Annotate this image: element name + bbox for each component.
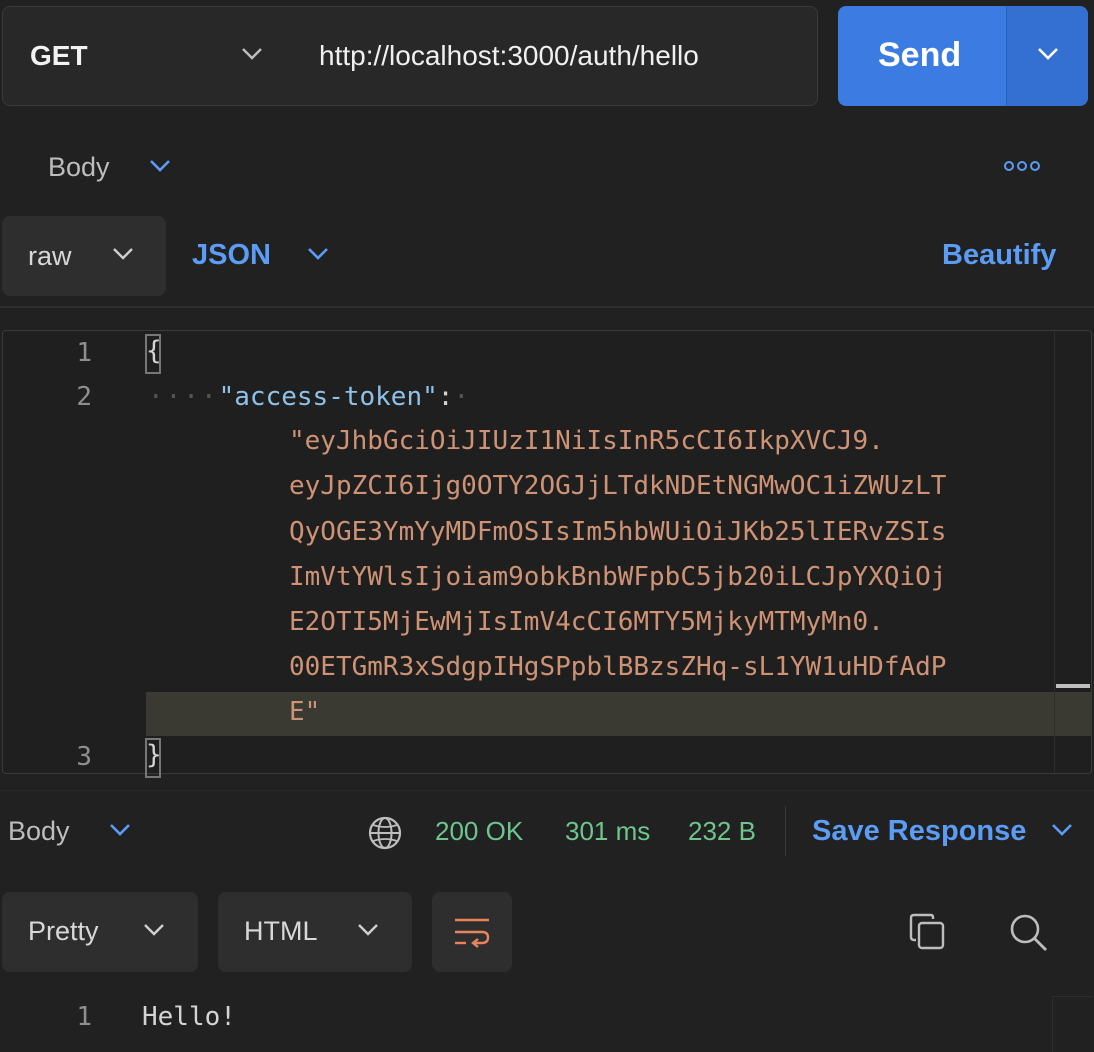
chevron-down-icon[interactable]	[1050, 822, 1074, 838]
json-value-line: QyOGE3YmYyMDFmOSIsIm5hbWUiOiJKb25lIERvZS…	[289, 517, 947, 547]
line-number: 3	[76, 742, 92, 772]
divider	[0, 306, 1094, 308]
chevron-down-icon[interactable]	[142, 922, 166, 938]
response-body-tab[interactable]: Body	[8, 816, 70, 847]
chevron-down-icon[interactable]	[1036, 46, 1060, 62]
request-body-tab[interactable]: Body	[48, 152, 110, 183]
json-key: "access-token"	[218, 382, 438, 412]
json-colon: :	[437, 382, 454, 412]
editor-scrollbar[interactable]	[1054, 332, 1090, 772]
editor-scroll-thumb[interactable]	[1056, 684, 1090, 688]
status-badge[interactable]: 200 OK	[435, 816, 523, 847]
json-value-line: 00ETGmR3xSdgpIHgSPpblBBzsZHq-sL1YW1uHDfA…	[289, 652, 947, 682]
response-scrollbar[interactable]	[1052, 996, 1092, 1052]
wrap-icon[interactable]	[452, 912, 492, 957]
chevron-down-icon[interactable]	[356, 922, 380, 938]
response-size[interactable]: 232 B	[688, 816, 756, 847]
code-line-2: ····"access-token":·	[148, 382, 471, 412]
globe-icon[interactable]	[367, 815, 403, 856]
line-number: 1	[76, 338, 92, 368]
json-value-line: eyJpZCI6Ijg0OTY2OGJjLTdkNDEtNGMwOC1iZWUz…	[289, 471, 947, 501]
whitespace-dot: ·	[453, 382, 472, 412]
view-mode-label: Pretty	[28, 916, 99, 946]
json-value-line: E"	[289, 697, 321, 727]
chevron-down-icon[interactable]	[306, 246, 330, 262]
method-label: GET	[30, 40, 88, 71]
current-line-highlight	[146, 692, 1092, 736]
chevron-down-icon[interactable]	[240, 46, 264, 62]
body-type-label: raw	[28, 241, 72, 271]
more-icon[interactable]	[1004, 159, 1040, 178]
divider	[0, 790, 1094, 791]
body-type-select[interactable]	[2, 216, 166, 296]
language-select[interactable]: JSON	[192, 239, 271, 272]
response-content: Hello!	[142, 1002, 236, 1032]
response-format-label: HTML	[244, 916, 318, 946]
response-time[interactable]: 301 ms	[565, 816, 650, 847]
json-value-line: E2OTI5MjEwMjIsImV4cCI6MTY5MjkyMTMyMn0.	[289, 607, 884, 637]
json-value-line: ImVtYWlsIjoiam9obkBnbWFpbC5jb20iLCJpYXQi…	[289, 562, 947, 592]
close-brace: }	[146, 740, 162, 770]
line-number: 2	[76, 382, 92, 412]
save-response-button[interactable]: Save Response	[812, 815, 1026, 848]
open-brace: {	[146, 336, 162, 366]
beautify-button[interactable]: Beautify	[942, 239, 1056, 272]
line-number: 1	[76, 1002, 92, 1032]
json-value-line: "eyJhbGciOiJIUzI1NiIsInR5cCI6IkpXVCJ9.	[289, 426, 884, 456]
copy-icon[interactable]	[909, 913, 947, 956]
chevron-down-icon[interactable]	[108, 822, 132, 838]
chevron-down-icon[interactable]	[148, 158, 172, 174]
send-label[interactable]: Send	[878, 36, 961, 75]
url-text[interactable]: http://localhost:3000/auth/hello	[319, 40, 699, 72]
search-icon[interactable]	[1008, 912, 1048, 957]
indent-dots: ····	[148, 382, 219, 412]
divider	[785, 806, 786, 856]
chevron-down-icon[interactable]	[111, 246, 135, 262]
